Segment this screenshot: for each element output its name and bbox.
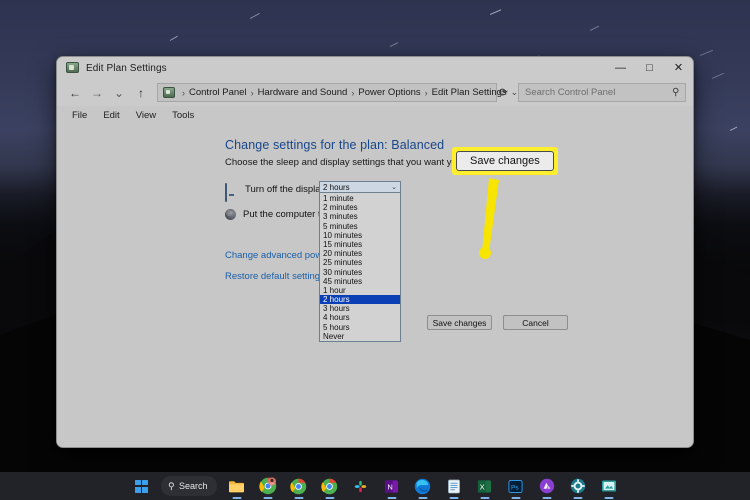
breadcrumb-separator: ›	[421, 88, 432, 98]
dropdown-option[interactable]: 1 hour	[320, 286, 400, 295]
search-input[interactable]	[525, 87, 672, 98]
affinity-photo-icon[interactable]	[536, 475, 558, 497]
dropdown-option-list[interactable]: 1 minute2 minutes3 minutes5 minutes10 mi…	[319, 193, 401, 342]
callout-label: Save changes	[456, 151, 554, 171]
chrome-icon[interactable]	[288, 475, 310, 497]
screenshot-tool-icon[interactable]	[598, 475, 620, 497]
dropdown-selected-value: 2 hours	[323, 183, 350, 192]
chrome-alt-icon[interactable]	[319, 475, 341, 497]
dropdown-option[interactable]: 15 minutes	[320, 240, 400, 249]
back-icon[interactable]: ←	[64, 82, 86, 104]
menu-tools[interactable]: Tools	[165, 108, 201, 123]
svg-text:X: X	[480, 482, 485, 491]
dropdown-option[interactable]: 20 minutes	[320, 249, 400, 258]
svg-text:N: N	[387, 482, 392, 491]
breadcrumb-item-control-panel[interactable]: Control Panel	[189, 87, 247, 98]
file-explorer-icon[interactable]	[226, 475, 248, 497]
star-trail	[590, 26, 599, 31]
dropdown-option[interactable]: 1 minute	[320, 194, 400, 203]
star-trail	[730, 127, 738, 131]
star-trail	[390, 42, 399, 47]
forward-icon[interactable]: →	[86, 82, 108, 104]
up-icon[interactable]: ↑	[130, 82, 152, 104]
dropdown-selected-value-box[interactable]: 2 hours ⌄	[319, 181, 401, 193]
breadcrumb-item-hardware-and-sound[interactable]: Hardware and Sound	[258, 87, 348, 98]
dropdown-option[interactable]: Never	[320, 332, 400, 341]
label-turn-off-display: Turn off the display:	[245, 184, 328, 195]
title-bar: Edit Plan Settings — □ ✕	[57, 57, 693, 79]
edge-icon[interactable]	[412, 475, 434, 497]
menu-edit[interactable]: Edit	[96, 108, 126, 123]
search-icon: ⚲	[672, 87, 679, 98]
address-control-panel-icon	[163, 87, 175, 98]
chevron-down-icon: ⌄	[391, 183, 397, 191]
breadcrumb-item-edit-plan-settings[interactable]: Edit Plan Settings	[432, 87, 507, 98]
breadcrumb-item-power-options[interactable]: Power Options	[358, 87, 420, 98]
monitor-icon	[225, 184, 238, 195]
dropdown-option[interactable]: 30 minutes	[320, 268, 400, 277]
dropdown-option[interactable]: 3 hours	[320, 304, 400, 313]
dropdown-option[interactable]: 4 hours	[320, 313, 400, 322]
settings-icon[interactable]	[567, 475, 589, 497]
setting-row-turn-off-display: Turn off the display:	[225, 184, 328, 195]
dropdown-option[interactable]: 3 minutes	[320, 212, 400, 221]
menu-view[interactable]: View	[129, 108, 163, 123]
address-bar[interactable]: › Control Panel › Hardware and Sound › P…	[157, 83, 497, 102]
svg-text:Ps: Ps	[511, 484, 519, 491]
star-trail	[170, 36, 178, 41]
menu-file[interactable]: File	[65, 108, 94, 123]
windows-logo-icon	[135, 480, 148, 493]
onenote-icon[interactable]: N	[381, 475, 403, 497]
cancel-button[interactable]: Cancel	[503, 315, 568, 330]
slack-icon[interactable]	[350, 475, 372, 497]
taskbar-search[interactable]: ⚲ Search	[161, 476, 216, 496]
star-trail	[712, 73, 724, 79]
dropdown-option[interactable]: 5 hours	[320, 323, 400, 332]
dropdown-option[interactable]: 10 minutes	[320, 231, 400, 240]
taskbar-search-label: Search	[179, 481, 208, 491]
dropdown-option[interactable]: 5 minutes	[320, 222, 400, 231]
desktop: Edit Plan Settings — □ ✕ ← → ⌄ ↑ › Contr…	[0, 0, 750, 500]
breadcrumb-separator: ›	[347, 88, 358, 98]
notepad-icon[interactable]	[443, 475, 465, 497]
breadcrumb-separator: ›	[178, 88, 189, 98]
dropdown-option[interactable]: 45 minutes	[320, 277, 400, 286]
search-control-panel-box[interactable]: ⚲	[518, 83, 686, 102]
breadcrumb-separator: ›	[247, 88, 258, 98]
save-changes-callout: Save changes	[452, 147, 558, 175]
minimize-button[interactable]: —	[606, 57, 635, 79]
page-title: Change settings for the plan: Balanced	[225, 138, 444, 152]
star-trail	[250, 13, 260, 19]
save-changes-button[interactable]: Save changes	[427, 315, 492, 330]
content-area: Change settings for the plan: Balanced C…	[57, 124, 693, 447]
excel-icon[interactable]: X	[474, 475, 496, 497]
dropdown-option[interactable]: 2 hours	[320, 295, 400, 304]
menu-bar: File Edit View Tools	[57, 106, 693, 124]
photoshop-icon[interactable]: Ps	[505, 475, 527, 497]
refresh-icon[interactable]: ⟳	[497, 86, 513, 99]
edit-plan-settings-window: Edit Plan Settings — □ ✕ ← → ⌄ ↑ › Contr…	[56, 56, 694, 448]
navigation-bar: ← → ⌄ ↑ › Control Panel › Hardware and S…	[57, 79, 693, 106]
star-trail	[490, 9, 501, 15]
close-button[interactable]: ✕	[664, 57, 693, 79]
maximize-button[interactable]: □	[635, 57, 664, 79]
control-panel-icon	[66, 62, 80, 75]
recent-locations-icon[interactable]: ⌄	[108, 82, 130, 104]
chrome-profile-icon[interactable]	[257, 475, 279, 497]
search-icon: ⚲	[168, 481, 175, 492]
dropdown-option[interactable]: 25 minutes	[320, 258, 400, 267]
taskbar: ⚲ Search N X Ps	[0, 472, 750, 500]
dialog-button-row: Save changes Cancel	[427, 315, 568, 330]
dropdown-option[interactable]: 2 minutes	[320, 203, 400, 212]
star-trail	[700, 50, 713, 56]
turn-off-display-dropdown[interactable]: 2 hours ⌄ 1 minute2 minutes3 minutes5 mi…	[319, 181, 401, 342]
window-title: Edit Plan Settings	[86, 63, 167, 74]
moon-sleep-icon	[225, 209, 236, 220]
window-controls: — □ ✕	[606, 57, 693, 79]
start-button[interactable]	[130, 475, 152, 497]
